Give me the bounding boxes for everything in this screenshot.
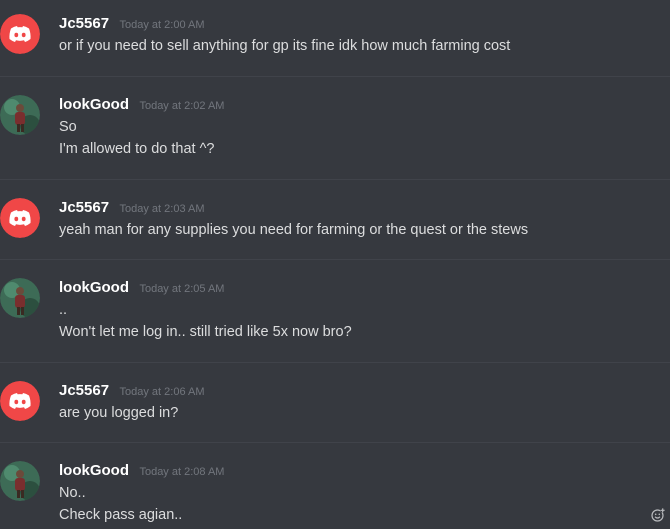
message-header: lookGood Today at 2:02 AM <box>59 96 224 114</box>
message-text: So <box>59 119 77 135</box>
avatar[interactable] <box>0 14 40 54</box>
timestamp: Today at 2:06 AM <box>119 386 205 398</box>
username[interactable]: Jc5567 <box>59 382 109 399</box>
chat-messages: Jc5567 Today at 2:00 AM or if you need t… <box>0 0 670 529</box>
message-group: lookGood Today at 2:08 AM No.. Check pas… <box>0 443 670 529</box>
user-photo-avatar <box>0 95 40 135</box>
avatar[interactable] <box>0 198 40 238</box>
message-header: lookGood Today at 2:05 AM <box>59 279 224 297</box>
message-text: Won't let me log in.. still tried like 5… <box>59 324 352 340</box>
discord-logo-icon <box>0 14 40 54</box>
avatar[interactable] <box>0 381 40 421</box>
avatar[interactable] <box>0 95 40 135</box>
username[interactable]: lookGood <box>59 462 129 479</box>
timestamp: Today at 2:00 AM <box>119 19 205 31</box>
timestamp: Today at 2:02 AM <box>139 100 225 112</box>
message-header: Jc5567 Today at 2:00 AM <box>59 15 205 33</box>
timestamp: Today at 2:05 AM <box>139 283 225 295</box>
message-group: Jc5567 Today at 2:03 AM yeah man for any… <box>0 180 670 259</box>
avatar[interactable] <box>0 461 40 501</box>
message-header: Jc5567 Today at 2:06 AM <box>59 382 205 400</box>
discord-logo-icon <box>0 198 40 238</box>
message-text: I'm allowed to do that ^? <box>59 141 215 157</box>
message-text: yeah man for any supplies you need for f… <box>59 222 529 238</box>
timestamp: Today at 2:03 AM <box>119 203 205 215</box>
message-group: Jc5567 Today at 2:00 AM or if you need t… <box>0 0 670 76</box>
timestamp: Today at 2:08 AM <box>139 466 225 478</box>
add-reaction-button[interactable] <box>651 508 665 522</box>
message-text: Check pass agian.. <box>59 507 183 523</box>
username[interactable]: lookGood <box>59 279 129 296</box>
message-text: .. <box>59 302 68 318</box>
discord-logo-icon <box>0 381 40 421</box>
message-header: lookGood Today at 2:08 AM <box>59 462 224 480</box>
message-text: or if you need to sell anything for gp i… <box>59 38 511 54</box>
message-text: are you logged in? <box>59 405 179 421</box>
message-text: No.. <box>59 485 86 501</box>
user-photo-avatar <box>0 461 40 501</box>
username[interactable]: Jc5567 <box>59 15 109 32</box>
user-photo-avatar <box>0 278 40 318</box>
message-group: lookGood Today at 2:05 AM .. Won't let m… <box>0 260 670 362</box>
username[interactable]: Jc5567 <box>59 199 109 216</box>
avatar[interactable] <box>0 278 40 318</box>
message-group: lookGood Today at 2:02 AM So I'm allowed… <box>0 77 670 179</box>
add-reaction-icon <box>651 508 665 522</box>
message-header: Jc5567 Today at 2:03 AM <box>59 199 205 217</box>
message-group: Jc5567 Today at 2:06 AM are you logged i… <box>0 363 670 442</box>
username[interactable]: lookGood <box>59 96 129 113</box>
